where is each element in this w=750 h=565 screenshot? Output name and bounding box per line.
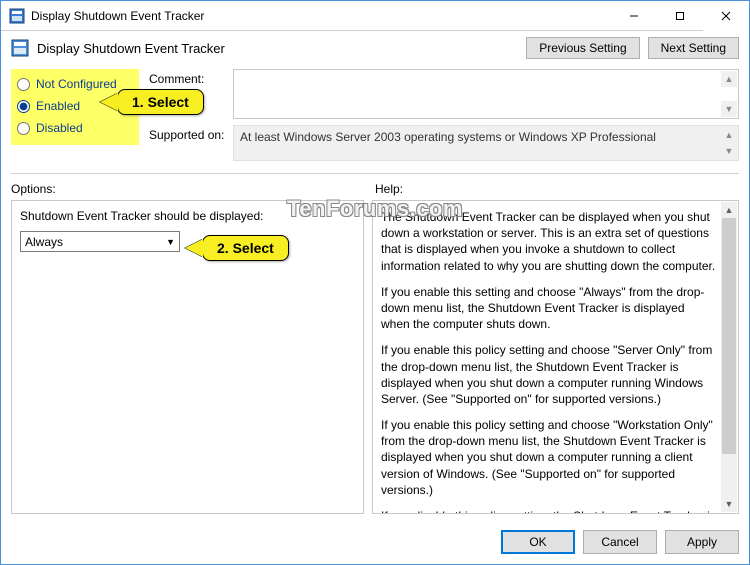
supported-on-box: At least Windows Server 2003 operating s… xyxy=(233,125,739,161)
help-text: If you enable this setting and choose "A… xyxy=(381,284,716,333)
help-scrollbar[interactable]: ▲ ▼ xyxy=(721,202,737,512)
minimize-button[interactable] xyxy=(611,1,657,31)
chevron-down-icon: ▼ xyxy=(166,237,175,247)
scroll-up-icon[interactable]: ▲ xyxy=(721,202,737,218)
dialog-window: Display Shutdown Event Tracker Display S… xyxy=(0,0,750,565)
titlebar: Display Shutdown Event Tracker xyxy=(1,1,749,31)
display-mode-dropdown[interactable]: Always ▼ xyxy=(20,231,180,252)
header-row: Display Shutdown Event Tracker Previous … xyxy=(1,31,749,69)
options-dropdown-label: Shutdown Event Tracker should be display… xyxy=(20,209,355,223)
separator xyxy=(11,173,739,174)
right-fields: Comment: ▲▼ Supported on: At least Windo… xyxy=(139,69,739,167)
radio-label: Not Configured xyxy=(36,77,117,91)
ok-button[interactable]: OK xyxy=(501,530,575,554)
panels: Shutdown Event Tracker should be display… xyxy=(1,200,749,522)
dropdown-value: Always xyxy=(25,235,63,249)
help-text: If you enable this policy setting and ch… xyxy=(381,417,716,498)
help-text: If you disable this policy setting, the … xyxy=(381,508,716,514)
next-setting-button[interactable]: Next Setting xyxy=(648,37,739,59)
config-row: Not Configured Enabled Disabled Comment:… xyxy=(1,69,749,167)
dialog-footer: OK Cancel Apply xyxy=(1,522,749,564)
previous-setting-button[interactable]: Previous Setting xyxy=(526,37,639,59)
help-panel: The Shutdown Event Tracker can be displa… xyxy=(372,200,739,514)
policy-icon xyxy=(11,39,29,57)
supported-value: At least Windows Server 2003 operating s… xyxy=(240,130,656,144)
radio-label: Enabled xyxy=(36,99,80,113)
window-title: Display Shutdown Event Tracker xyxy=(31,9,204,23)
scroll-thumb[interactable] xyxy=(722,218,736,454)
maximize-button[interactable] xyxy=(657,1,703,31)
close-button[interactable] xyxy=(703,1,749,31)
help-text: The Shutdown Event Tracker can be displa… xyxy=(381,209,716,274)
annotation-callout-1: 1. Select xyxy=(117,89,204,115)
section-labels: Options: Help: xyxy=(1,180,749,200)
options-panel: Shutdown Event Tracker should be display… xyxy=(11,200,364,514)
page-title: Display Shutdown Event Tracker xyxy=(37,41,225,56)
help-label: Help: xyxy=(375,182,739,196)
help-text: If you enable this policy setting and ch… xyxy=(381,342,716,407)
comment-scroll[interactable]: ▲▼ xyxy=(721,71,737,117)
annotation-callout-2: 2. Select xyxy=(202,235,289,261)
cancel-button[interactable]: Cancel xyxy=(583,530,657,554)
comment-label: Comment: xyxy=(149,69,233,86)
scroll-down-icon[interactable]: ▼ xyxy=(721,496,737,512)
comment-textarea[interactable]: ▲▼ xyxy=(233,69,739,119)
app-icon xyxy=(9,8,25,24)
options-label: Options: xyxy=(11,182,375,196)
radio-label: Disabled xyxy=(36,121,83,135)
supported-scroll[interactable]: ▲▼ xyxy=(721,127,737,159)
radio-disabled[interactable]: Disabled xyxy=(15,117,139,139)
apply-button[interactable]: Apply xyxy=(665,530,739,554)
supported-label: Supported on: xyxy=(149,125,233,142)
